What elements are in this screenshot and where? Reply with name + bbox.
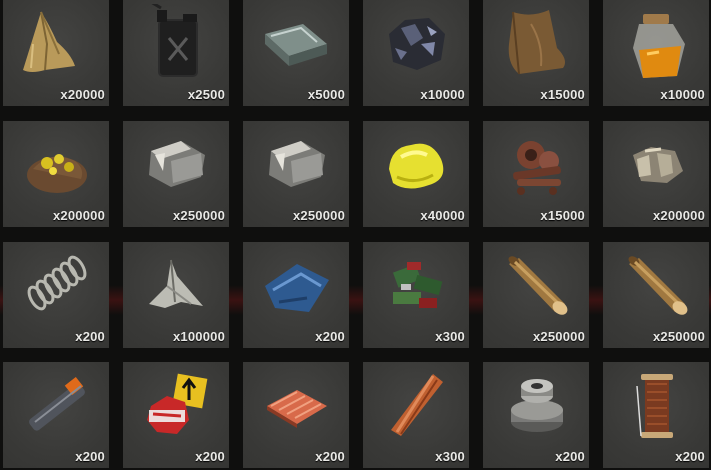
item-quantity: x300 bbox=[435, 449, 465, 464]
inventory-slot[interactable]: x250000 bbox=[483, 242, 589, 348]
inventory-slot[interactable]: x250000 bbox=[243, 121, 349, 227]
item-quantity: x200 bbox=[75, 329, 105, 344]
inventory-slot[interactable]: x40000 bbox=[363, 121, 469, 227]
inventory-slot[interactable]: x5000 bbox=[243, 0, 349, 106]
inventory-slot[interactable]: x200 bbox=[603, 362, 709, 468]
inventory-slot[interactable]: x300 bbox=[363, 242, 469, 348]
inventory-slot[interactable]: x200 bbox=[483, 362, 589, 468]
inventory-slot[interactable]: x2500 bbox=[123, 0, 229, 106]
item-quantity: x100000 bbox=[172, 329, 225, 344]
inventory-grid: x20000 x2500 x5000 x10000 x15000 x10000 x20000… bbox=[0, 0, 711, 470]
inventory-slot[interactable]: x250000 bbox=[603, 242, 709, 348]
inventory-slot[interactable]: x15000 bbox=[483, 121, 589, 227]
inventory-slot[interactable]: x10000 bbox=[603, 0, 709, 106]
item-quantity: x300 bbox=[435, 329, 465, 344]
inventory-slot[interactable]: x200000 bbox=[3, 121, 109, 227]
item-quantity: x250000 bbox=[172, 208, 225, 223]
inventory-slot[interactable]: x200 bbox=[3, 242, 109, 348]
item-quantity: x200 bbox=[555, 449, 585, 464]
item-quantity: x200 bbox=[675, 449, 705, 464]
item-quantity: x250000 bbox=[652, 329, 705, 344]
inventory-slot[interactable]: x200 bbox=[123, 362, 229, 468]
inventory-slot[interactable]: x10000 bbox=[363, 0, 469, 106]
inventory-slot[interactable]: x15000 bbox=[483, 0, 589, 106]
item-quantity: x200000 bbox=[652, 208, 705, 223]
inventory-slot[interactable]: x200 bbox=[3, 362, 109, 468]
inventory-slot[interactable]: x200 bbox=[243, 242, 349, 348]
item-quantity: x250000 bbox=[292, 208, 345, 223]
item-quantity: x10000 bbox=[420, 87, 465, 102]
inventory-slot[interactable]: x20000 bbox=[3, 0, 109, 106]
item-quantity: x5000 bbox=[307, 87, 345, 102]
item-quantity: x15000 bbox=[540, 87, 585, 102]
inventory-slot[interactable]: x250000 bbox=[123, 121, 229, 227]
item-quantity: x40000 bbox=[420, 208, 465, 223]
item-quantity: x200 bbox=[315, 329, 345, 344]
inventory-slot[interactable]: x200 bbox=[243, 362, 349, 468]
inventory-slot[interactable]: x100000 bbox=[123, 242, 229, 348]
item-quantity: x200 bbox=[195, 449, 225, 464]
item-quantity: x200 bbox=[75, 449, 105, 464]
item-quantity: x250000 bbox=[532, 329, 585, 344]
item-quantity: x200 bbox=[315, 449, 345, 464]
item-quantity: x200000 bbox=[52, 208, 105, 223]
item-quantity: x15000 bbox=[540, 208, 585, 223]
item-quantity: x20000 bbox=[60, 87, 105, 102]
item-quantity: x2500 bbox=[187, 87, 225, 102]
inventory-slot[interactable]: x300 bbox=[363, 362, 469, 468]
item-quantity: x10000 bbox=[660, 87, 705, 102]
inventory-slot[interactable]: x200000 bbox=[603, 121, 709, 227]
